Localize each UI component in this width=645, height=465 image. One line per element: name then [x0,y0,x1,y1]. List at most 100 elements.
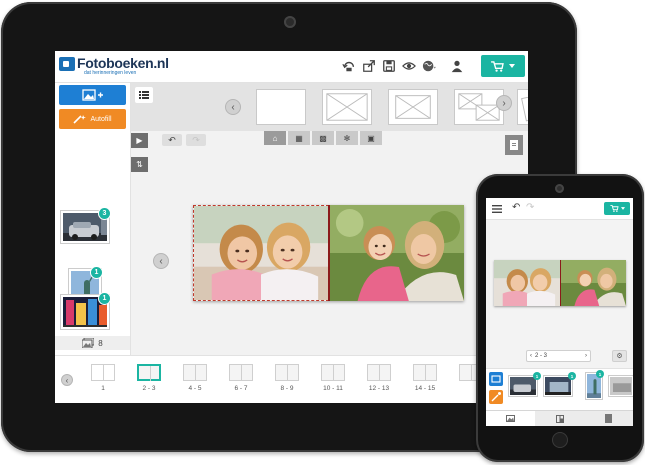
page-label: 10 - 11 [323,385,343,392]
tablet-camera [284,16,296,28]
layout-icon [555,414,564,423]
view-tab-clipart[interactable]: ✻ [336,131,358,145]
photo-icon [506,415,515,422]
spread-left-page[interactable] [193,205,329,301]
layout-icon: ▦ [295,133,303,143]
phone-tab-photos[interactable] [486,411,535,426]
phone-photobook-spread[interactable] [494,260,626,306]
photos-stack-icon [82,338,95,348]
logo-photo-icon [59,57,75,71]
layout-option-blank[interactable] [256,89,306,125]
undo-icon: ↶ [168,134,176,145]
header-toolbar [342,58,464,74]
layout-option-single-photo[interactable] [322,89,372,125]
phone-device: ↶ ↷ ‹ 2 - 3 › ⚙ 1 1 1 [476,174,644,462]
phone-page-pager[interactable]: ‹ 2 - 3 › [526,350,591,362]
layouts-next-button[interactable]: › [496,95,512,111]
user-icon[interactable] [450,59,464,73]
spread-right-page[interactable] [328,205,464,301]
layouts-prev-button[interactable]: ‹ [225,99,241,115]
page-label: 2 - 3 [142,385,156,392]
phone-photo-2[interactable] [544,376,572,396]
add-photos-button[interactable] [59,85,126,105]
phone-cart-button[interactable] [604,202,630,215]
phone-app-header: ↶ ↷ [486,198,633,220]
page-thumb-image [413,364,437,381]
page-settings-button[interactable] [505,135,523,155]
chevron-left-icon: ‹ [231,101,235,113]
canvas-prev-page-button[interactable]: ‹ [153,253,169,269]
page-thumb-10-11[interactable]: 10 - 11 [313,361,353,397]
page-icon [605,414,612,423]
autofill-button[interactable]: Autofill [59,109,126,129]
undo-icon[interactable]: ↶ [512,202,520,213]
editor-canvas: ▶ ⇅ ↶ ↷ ⌂ ▦ ▩ ✻ ▣ ‹ [131,131,528,355]
tablet-screen: Fotoboeken.nl dat herinneringen leven Au… [55,51,528,403]
swap-pages-button[interactable]: ⇅ [131,157,148,172]
photo-usage-badge: 1 [568,372,576,380]
shopping-cart-icon [491,60,504,72]
pages-prev-button[interactable]: ‹ [61,374,73,386]
language-globe-icon[interactable] [422,59,436,73]
page-thumb-12-13[interactable]: 12 - 13 [359,361,399,397]
phone-photo-1[interactable] [509,376,537,396]
undo-redo-icon[interactable] [342,59,356,73]
phone-spread-left-page[interactable] [494,260,560,306]
device-showcase: Fotoboeken.nl dat herinneringen leven Au… [0,0,645,465]
shopping-cart-icon [609,205,619,212]
gear-icon: ⚙ [616,353,623,360]
phone-camera [555,184,564,193]
page-thumb-6-7[interactable]: 6 - 7 [221,361,261,397]
page-thumb-14-15[interactable]: 14 - 15 [405,361,445,397]
play-right-icon: ▶ [136,136,143,145]
brand-tagline: dat herinneringen leven [84,70,137,76]
view-tab-layout[interactable]: ▦ [288,131,310,145]
page-thumb-image [275,364,299,381]
chevron-down-icon [620,207,625,210]
frame-icon: ▣ [367,133,375,143]
phone-add-photos-button[interactable] [489,372,503,386]
page-label: 4 - 5 [188,385,202,392]
share-icon[interactable] [362,59,376,73]
page-thumb-2-3[interactable]: 2 - 3 [129,361,169,397]
page-thumb-8-9[interactable]: 8 - 9 [267,361,307,397]
swap-arrows-icon: ⇅ [136,160,143,169]
redo-icon[interactable]: ↷ [526,202,534,213]
hamburger-menu-icon[interactable] [492,205,502,213]
cart-button[interactable] [481,55,525,77]
layout-list-button[interactable] [135,87,153,103]
preview-eye-icon[interactable] [402,59,416,73]
phone-home-button[interactable] [552,432,568,448]
layout-option-single-photo-inset[interactable] [388,89,438,125]
phone-settings-button[interactable]: ⚙ [612,350,627,362]
list-icon [139,91,149,99]
save-icon[interactable] [382,59,396,73]
photo-usage-badge: 1 [98,292,111,305]
phone-spread-right-page[interactable] [560,260,626,306]
layout-option-rotated[interactable] [517,89,528,125]
page-label: 6 - 7 [234,385,248,392]
view-tab-frame[interactable]: ▣ [360,131,382,145]
home-icon: ⌂ [272,133,278,143]
redo-button[interactable]: ↷ [186,134,206,146]
page-label: 12 - 13 [368,385,390,392]
add-photo-icon [81,89,103,101]
view-tab-home[interactable]: ⌂ [264,131,286,145]
phone-bottom-tabs [486,410,633,426]
undo-button[interactable]: ↶ [162,134,182,146]
phone-autofill-button[interactable] [489,390,503,404]
phone-tab-layouts[interactable] [535,411,584,426]
chevron-right-icon[interactable]: › [585,353,587,359]
phone-tab-pages[interactable] [584,411,633,426]
phone-photo-4[interactable] [609,376,633,396]
photobook-spread[interactable] [193,205,464,301]
page-thumb-image [183,364,207,381]
view-tab-background[interactable]: ▩ [312,131,334,145]
phone-photo-strip: 1 1 1 [486,368,633,410]
add-photo-icon [491,375,501,383]
document-icon [510,140,518,150]
photo-usage-badge: 3 [98,207,111,220]
page-thumb-1[interactable]: 1 [83,361,123,397]
page-thumb-4-5[interactable]: 4 - 5 [175,361,215,397]
toggle-sidebar-button[interactable]: ▶ [131,133,148,148]
